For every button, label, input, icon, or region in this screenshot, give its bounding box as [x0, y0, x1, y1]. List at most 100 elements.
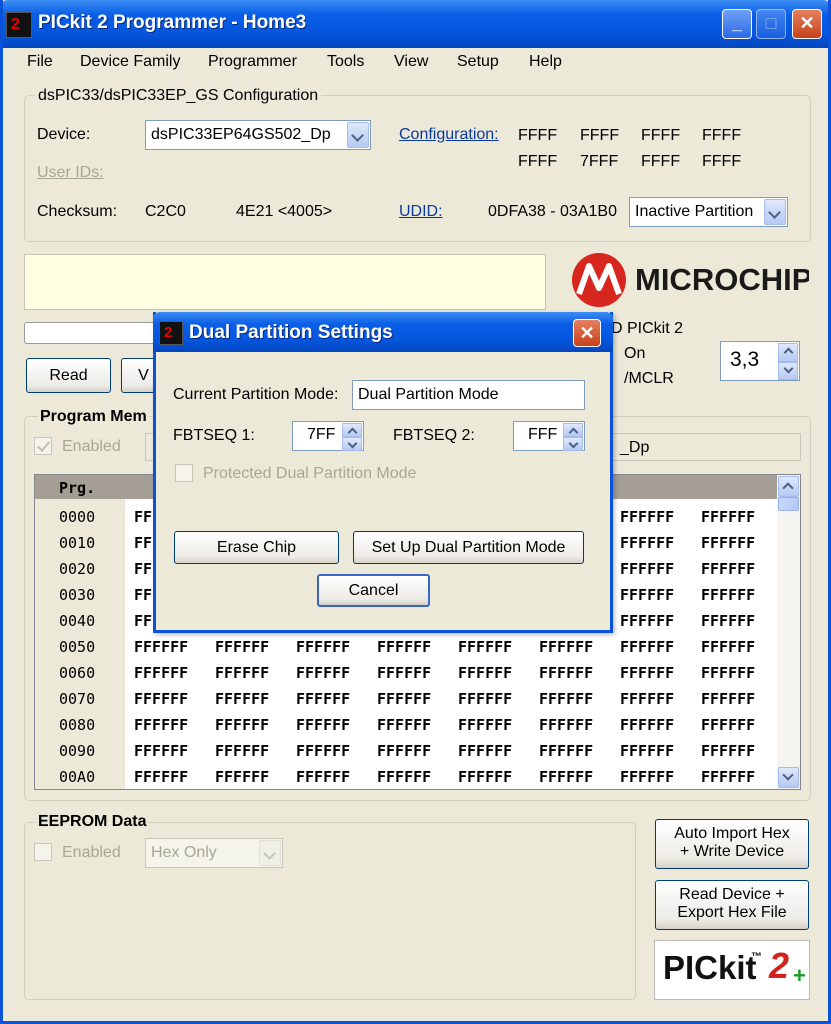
title-bar[interactable]: 2 PICkit 2 Programmer - Home3 _ □ ✕ [3, 0, 828, 48]
udid-link[interactable]: UDID: [399, 203, 443, 221]
row-address: 0090 [59, 742, 96, 760]
row-address: 0000 [59, 508, 96, 526]
read-export-hex-button[interactable]: Read Device + Export Hex File [655, 880, 809, 930]
app-icon: 2 [6, 12, 32, 38]
row-address: 0010 [59, 534, 96, 552]
partition-mode-field[interactable]: Dual Partition Mode [352, 380, 585, 410]
row-address: 0040 [59, 612, 96, 630]
eeprom-enabled-checkbox[interactable] [34, 843, 52, 861]
status-message-box [24, 254, 546, 310]
progress-bar [24, 322, 164, 344]
memory-word: FFFFFF [701, 586, 756, 604]
memory-word: FFFFFF [620, 742, 675, 760]
memory-word: FFFFFF [458, 690, 513, 708]
memory-word: FF [134, 508, 153, 526]
vdd-pickit-label: D PICkit 2 [611, 320, 684, 337]
menu-setup[interactable]: Setup [457, 53, 499, 71]
table-row: 0080 FFFFFF FFFFFF FFFFFF FFFFFF FFFFFF FFFFFF… [35, 711, 777, 737]
memory-header-label: Prg. [59, 479, 96, 497]
fbtseq2-label: FBTSEQ 2: [393, 427, 475, 444]
pickit2-logo: PICkit ™ 2 + [654, 940, 810, 1000]
program-memory-title: Program Mem [38, 408, 149, 426]
cancel-label: Cancel [348, 582, 399, 599]
config-word: FFFF [580, 127, 620, 144]
scroll-down-button[interactable] [778, 767, 799, 788]
fbtseq2-stepper[interactable]: FFF [513, 421, 585, 451]
memory-scrollbar[interactable] [777, 475, 800, 789]
memory-word: FFFFFF [377, 638, 432, 656]
mclr-label: /MCLR [624, 370, 674, 387]
chevron-down-icon[interactable] [342, 437, 362, 451]
close-button[interactable]: ✕ [792, 9, 822, 39]
auto-import-line2: + Write Device [679, 843, 785, 860]
chevron-up-icon[interactable] [778, 343, 798, 362]
fbtseq1-label: FBTSEQ 1: [173, 427, 255, 444]
chevron-down-icon[interactable] [778, 362, 798, 380]
fbtseq1-stepper[interactable]: 7FF [292, 421, 364, 451]
memory-word: FFFFFF [134, 690, 189, 708]
memory-word: FFFFFF [620, 560, 675, 578]
menu-help[interactable]: Help [529, 53, 562, 71]
chevron-down-icon[interactable] [259, 840, 281, 866]
fbtseq2-value: FFF [528, 426, 558, 443]
device-select[interactable]: dsPIC33EP64GS502_Dp [145, 120, 371, 150]
dialog-close-button[interactable]: ✕ [573, 319, 601, 347]
read-export-line2: Export Hex File [677, 904, 787, 921]
config-word: FFFF [702, 153, 742, 170]
vdd-voltage-stepper[interactable]: 3,3 [720, 341, 800, 381]
memory-word: FFFFFF [620, 638, 675, 656]
chevron-up-icon[interactable] [563, 423, 583, 437]
menu-programmer[interactable]: Programmer [208, 53, 297, 71]
read-button[interactable]: Read [26, 358, 111, 393]
setup-dual-partition-button[interactable]: Set Up Dual Partition Mode [353, 531, 584, 564]
memory-word: FFFFFF [377, 664, 432, 682]
memory-word: FFFFFF [701, 716, 756, 734]
scroll-up-button[interactable] [778, 476, 799, 497]
memory-word: FFFFFF [701, 690, 756, 708]
auto-import-write-button[interactable]: Auto Import Hex + Write Device [655, 819, 809, 869]
memory-word: FFFFFF [296, 716, 351, 734]
menu-device-family[interactable]: Device Family [80, 53, 180, 71]
pickit-logo-tm: ™ [751, 951, 762, 963]
config-word: FFFF [641, 153, 681, 170]
chevron-down-icon[interactable] [347, 122, 369, 148]
checksum-extra: 4E21 <4005> [236, 203, 333, 220]
erase-chip-button[interactable]: Erase Chip [174, 531, 339, 564]
minimize-button[interactable]: _ [722, 9, 752, 39]
row-address: 0070 [59, 690, 96, 708]
memory-word: FFFFFF [539, 690, 594, 708]
device-select-value: dsPIC33EP64GS502_Dp [151, 126, 331, 143]
cancel-button[interactable]: Cancel [317, 574, 430, 607]
protected-dual-partition-checkbox[interactable] [175, 464, 193, 482]
configuration-link[interactable]: Configuration: [399, 126, 499, 144]
menu-tools[interactable]: Tools [327, 53, 364, 71]
chevron-down-icon[interactable] [764, 199, 786, 225]
dialog-title-bar[interactable]: 2 Dual Partition Settings ✕ [153, 312, 613, 352]
maximize-button[interactable]: □ [756, 9, 786, 39]
scroll-thumb[interactable] [778, 497, 799, 511]
user-ids-link[interactable]: User IDs: [37, 164, 104, 182]
program-memory-enabled-checkbox[interactable] [34, 437, 52, 455]
menu-bar: File Device Family Programmer Tools View… [3, 48, 828, 78]
memory-word: FF [134, 586, 153, 604]
memory-word: FFFFFF [701, 638, 756, 656]
memory-word: FFFFFF [134, 768, 189, 786]
memory-word: FFFFFF [215, 690, 270, 708]
microchip-logo-text: MICROCHIP [635, 262, 809, 297]
menu-view[interactable]: View [394, 53, 428, 71]
row-address: 00A0 [59, 768, 96, 786]
pickit-logo-two: 2 [769, 945, 790, 986]
memory-word: FFFFFF [458, 638, 513, 656]
partition-select[interactable]: Inactive Partition [629, 197, 788, 227]
memory-word: FFFFFF [539, 664, 594, 682]
eeprom-mode-select[interactable]: Hex Only [145, 838, 283, 868]
vdd-on-label: On [624, 345, 646, 362]
pickit-logo-text: PICkit [663, 949, 757, 986]
configuration-group-title: dsPIC33/dsPIC33EP_GS Configuration [35, 87, 322, 105]
chevron-up-icon[interactable] [342, 423, 362, 437]
maximize-icon: □ [765, 13, 777, 33]
memory-word: FFFFFF [377, 768, 432, 786]
chevron-down-icon[interactable] [563, 437, 583, 451]
memory-word: FFFFFF [296, 690, 351, 708]
menu-file[interactable]: File [27, 53, 53, 71]
